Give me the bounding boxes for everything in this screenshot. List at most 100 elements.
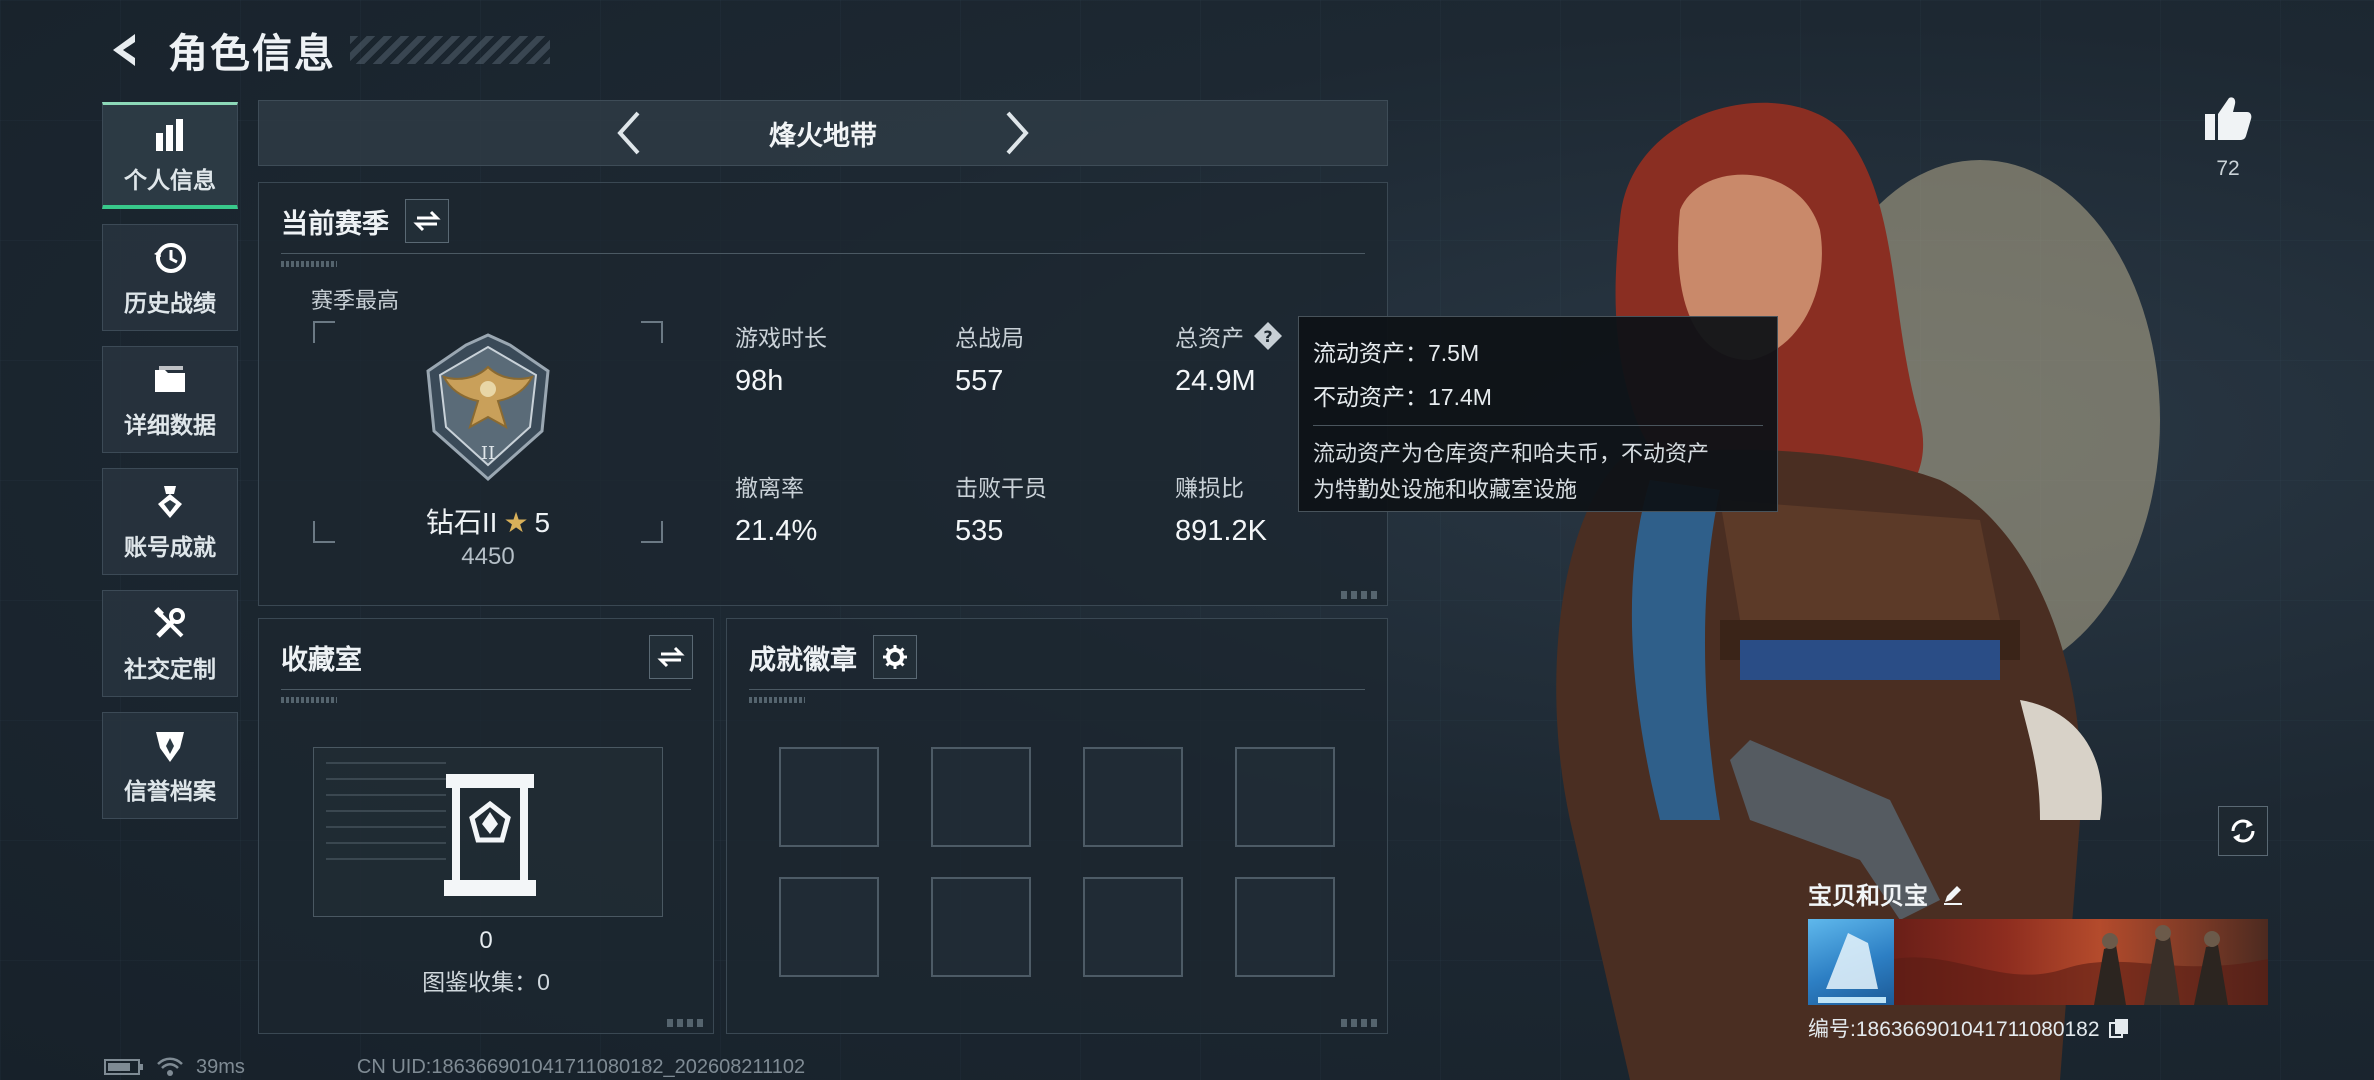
badge-slot[interactable] xyxy=(1235,747,1335,847)
footer-uid: CN UID:1863669010417110801​82_2026082111… xyxy=(356,1055,806,1078)
stat-value: 535 xyxy=(955,515,1004,547)
decor-ticks xyxy=(281,261,337,267)
swap-icon xyxy=(413,210,441,232)
stat-label: 总战局 xyxy=(955,325,1024,351)
sidebar-item-label: 历史战绩 xyxy=(124,289,216,316)
achievements-title: 成就徽章 xyxy=(749,644,857,675)
collection-title: 收藏室 xyxy=(281,644,362,675)
decor-corner xyxy=(1341,591,1381,599)
badge-slot[interactable] xyxy=(931,877,1031,977)
divider xyxy=(1313,425,1763,426)
collection-switch-button[interactable] xyxy=(649,635,693,679)
decor-lines xyxy=(326,762,446,862)
rank-star-icon: ★ xyxy=(503,507,529,538)
stat-playtime: 游戏时长 98h xyxy=(735,319,935,398)
stat-value: 21.4% xyxy=(735,515,818,547)
rank-line: 钻石II ★ 5 xyxy=(313,501,663,541)
page-title: 角色信息 xyxy=(168,32,336,76)
sidebar-item-account-achievements[interactable]: 账号成就 xyxy=(102,468,238,575)
decor-ticks xyxy=(749,697,805,703)
title-decoration xyxy=(350,36,550,64)
refresh-character-button[interactable] xyxy=(2218,806,2268,856)
back-arrow-icon xyxy=(113,34,135,66)
sidebar-item-label: 账号成就 xyxy=(124,533,216,560)
badge-slot[interactable] xyxy=(1083,747,1183,847)
like-count: 72 xyxy=(2216,157,2240,180)
stat-total-matches: 总战局 557 xyxy=(955,319,1155,398)
achievements-settings-button[interactable] xyxy=(873,635,917,679)
fixed-assets: 不动资产：17.4M xyxy=(1313,384,1492,410)
namecard-image xyxy=(1894,919,2268,1005)
edit-pencil-icon[interactable] xyxy=(1938,879,1968,909)
back-button[interactable] xyxy=(100,25,150,75)
stat-label: 游戏时长 xyxy=(735,325,827,351)
divider xyxy=(749,689,1365,690)
stat-label-text: 总资产 xyxy=(1175,325,1244,351)
player-uid: 编号:1863669010417110801​82 xyxy=(1808,1018,2100,1041)
gear-icon xyxy=(883,645,907,669)
badge-slot[interactable] xyxy=(1235,877,1335,977)
chevron-right-icon xyxy=(1006,111,1029,155)
thumbs-up-icon xyxy=(2205,97,2252,140)
badge-slot[interactable] xyxy=(779,747,879,847)
season-title: 当前赛季 xyxy=(281,208,389,239)
battery-icon xyxy=(104,1058,144,1076)
rank-points: 4450 xyxy=(461,543,515,570)
sidebar-item-match-history[interactable]: 历史战绩 xyxy=(102,224,238,331)
wifi-icon xyxy=(156,1056,184,1078)
profile-banner[interactable] xyxy=(1808,919,2268,1005)
sidebar-item-social-custom[interactable]: 社交定制 xyxy=(102,590,238,697)
mode-prev-button[interactable] xyxy=(599,103,659,163)
sidebar-item-label: 详细数据 xyxy=(124,411,216,438)
help-question-icon[interactable]: ? xyxy=(1252,320,1284,352)
mode-next-button[interactable] xyxy=(987,103,1047,163)
current-season-panel: 当前赛季 赛季最高 II 钻石II ★ 5 4450 游戏时长 98h 总战局 55… xyxy=(258,182,1388,606)
player-uid-row: 编号:1863669010417110801​82 xyxy=(1808,1013,2268,1043)
stat-value: 98h xyxy=(735,365,784,397)
sidebar-item-detailed-data[interactable]: 详细数据 xyxy=(102,346,238,453)
player-name-row: 宝贝和贝宝 xyxy=(1808,876,2268,911)
badge-slot[interactable] xyxy=(1083,877,1183,977)
collection-display[interactable] xyxy=(313,747,663,917)
chevron-left-icon xyxy=(617,111,640,155)
display-case-icon xyxy=(444,774,536,896)
decor-ticks xyxy=(281,697,337,703)
decor-corner xyxy=(667,1019,707,1027)
svg-text:?: ? xyxy=(1263,327,1272,346)
tooltip-note-line1: 流动资产为仓库资产和哈夫币，不动资产 xyxy=(1313,441,1710,466)
divider xyxy=(281,253,1365,254)
avatar[interactable] xyxy=(1808,919,1894,1005)
tooltip-note-line2: 为特勤处设施和收藏室设施 xyxy=(1313,477,1578,502)
sidebar-item-label: 社交定制 xyxy=(124,655,216,682)
stat-label: 击败干员 xyxy=(955,475,1047,501)
badge-slot[interactable] xyxy=(779,877,879,977)
mode-selector: 烽火地带 xyxy=(258,100,1388,166)
achievement-badges-panel: 成就徽章 xyxy=(726,618,1388,1034)
svg-text:II: II xyxy=(481,443,495,464)
swap-icon xyxy=(657,646,685,668)
assets-tooltip: 流动资产：7.5M 不动资产：17.4M 流动资产为仓库资产和哈夫币，不动资产 … xyxy=(1298,316,1778,512)
season-switch-button[interactable] xyxy=(405,199,449,243)
achievement-medal-icon xyxy=(150,482,190,522)
shield-badge-icon xyxy=(150,726,190,766)
collection-panel: 收藏室 0 图鉴收集：0 xyxy=(258,618,714,1034)
copy-icon[interactable] xyxy=(2106,1015,2132,1041)
stat-extraction-rate: 撤离率 21.4% xyxy=(735,469,935,548)
sidebar-item-reputation[interactable]: 信誉档案 xyxy=(102,712,238,819)
season-best-label: 赛季最高 xyxy=(311,288,400,313)
badge-slot[interactable] xyxy=(931,747,1031,847)
page-header: 角色信息 xyxy=(100,22,550,78)
season-stats: 游戏时长 98h 总战局 557 总资产 ? 24.9M 撤离率 21.4% 击… xyxy=(735,319,1355,579)
stat-value: 557 xyxy=(955,365,1004,397)
rank-name: 钻石II xyxy=(425,507,498,538)
like-button[interactable]: 72 xyxy=(2198,96,2258,181)
sidebar-item-label: 信誉档案 xyxy=(124,777,216,804)
folder-icon xyxy=(150,360,190,400)
sidebar-item-personal-info[interactable]: 个人信息 xyxy=(102,102,238,209)
player-name: 宝贝和贝宝 xyxy=(1808,883,1928,910)
stat-value: 891.2K xyxy=(1175,515,1267,547)
decor-corner xyxy=(1341,1019,1381,1027)
profile-card: 宝贝和贝宝 编号:1863669010417110801​82 xyxy=(1808,876,2268,1043)
bar-chart-icon xyxy=(150,115,190,155)
ping-value: 39ms xyxy=(196,1055,245,1078)
